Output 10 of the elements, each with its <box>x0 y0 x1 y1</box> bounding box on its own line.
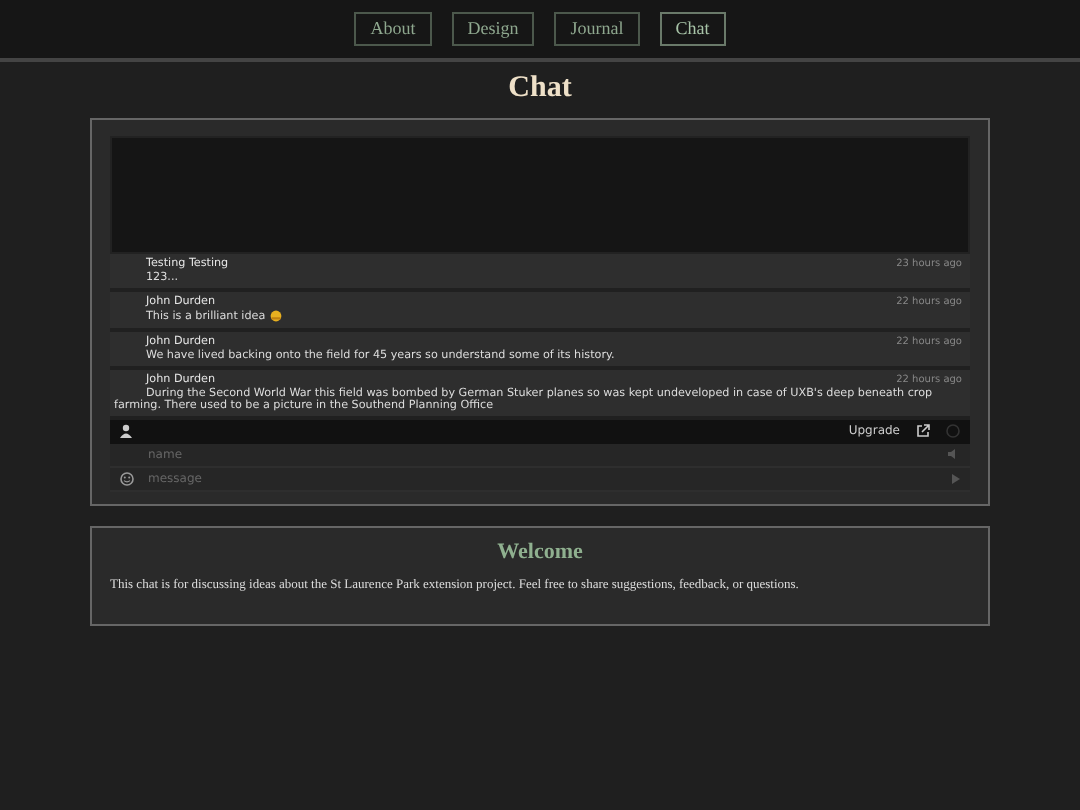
nav-tab[interactable]: Journal <box>554 12 640 46</box>
page-title: Chat <box>506 72 574 106</box>
external-link-icon[interactable] <box>916 424 930 439</box>
status-circle-icon <box>946 424 960 439</box>
welcome-title: Welcome <box>495 539 585 564</box>
nav-tab[interactable]: Chat <box>659 12 726 46</box>
nav-tab[interactable]: Design <box>451 12 535 46</box>
smiley-icon[interactable] <box>120 471 134 486</box>
nav-tab[interactable]: About <box>354 12 432 46</box>
user-icon[interactable] <box>120 424 132 439</box>
